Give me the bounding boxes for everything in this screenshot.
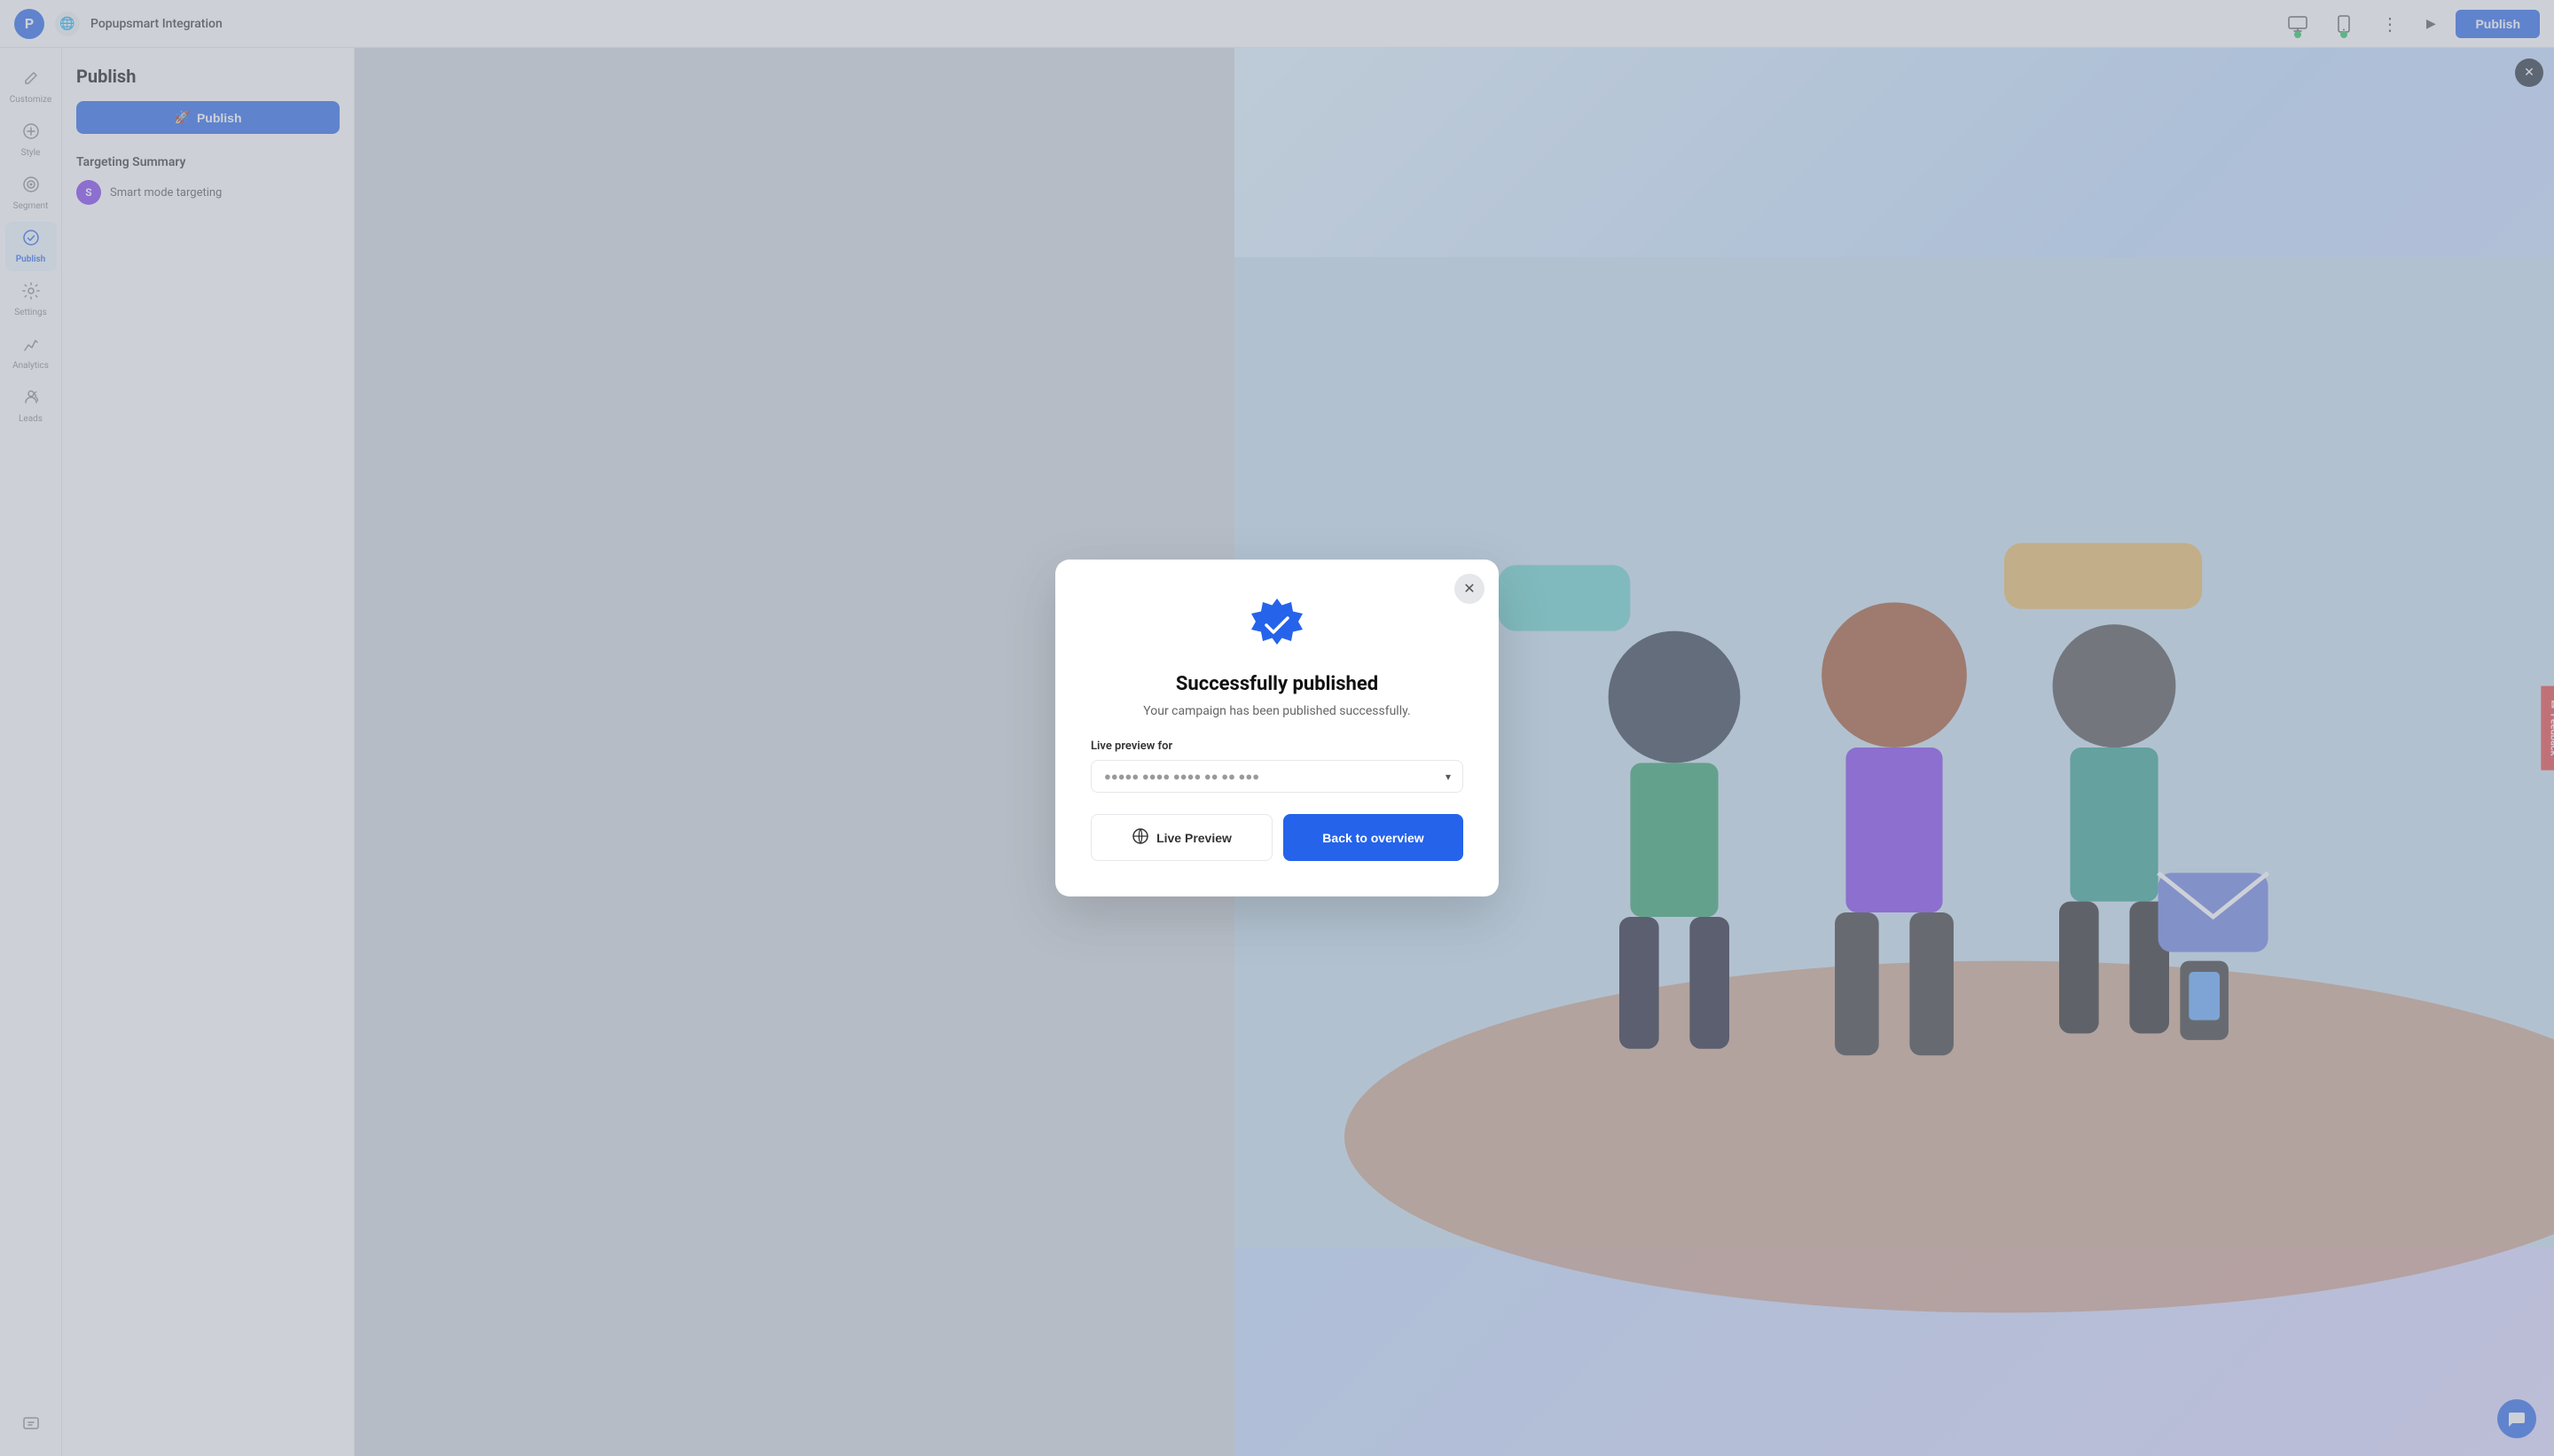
modal-subtitle: Your campaign has been published success… <box>1091 704 1463 718</box>
success-modal: ✕ Successfully published Your campaign h… <box>1055 560 1499 896</box>
live-preview-dropdown[interactable]: ●●●●● ●●●● ●●●● ●● ●● ●●● <box>1091 760 1463 793</box>
success-badge-icon <box>1247 595 1307 655</box>
dropdown-wrapper: ●●●●● ●●●● ●●●● ●● ●● ●●● ▾ <box>1091 760 1463 793</box>
live-preview-button[interactable]: Live Preview <box>1091 814 1273 861</box>
modal-title: Successfully published <box>1091 673 1463 695</box>
back-to-overview-button[interactable]: Back to overview <box>1283 814 1463 861</box>
live-preview-label: Live preview for <box>1091 740 1463 753</box>
live-preview-globe-icon <box>1132 827 1149 848</box>
modal-actions: Live Preview Back to overview <box>1091 814 1463 861</box>
modal-overlay: ✕ Successfully published Your campaign h… <box>0 0 2554 1456</box>
modal-close-button[interactable]: ✕ <box>1454 574 1485 604</box>
